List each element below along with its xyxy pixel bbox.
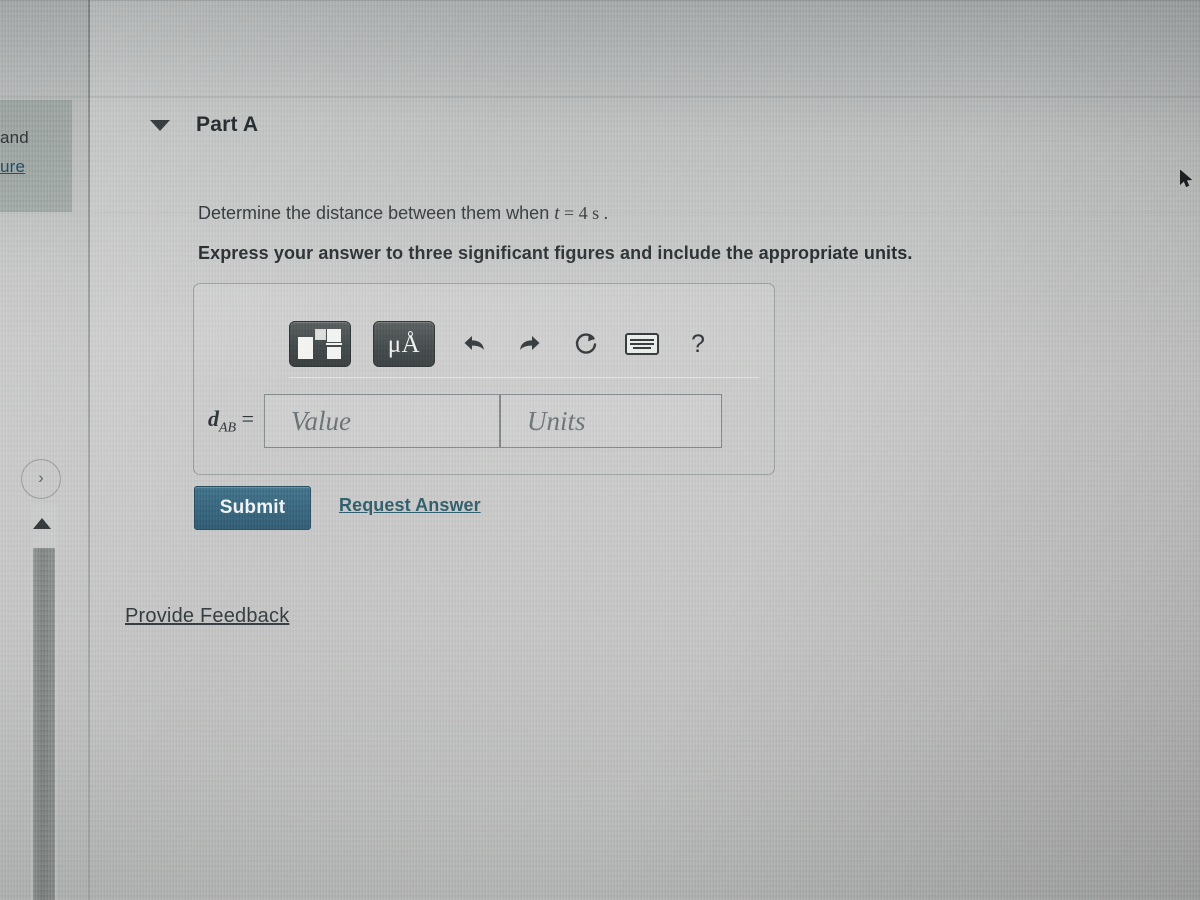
units-input[interactable]: Units (500, 394, 723, 448)
clipped-sidebar-link[interactable]: ure (0, 157, 25, 177)
page-title: Part A (196, 113, 259, 136)
provide-feedback-link[interactable]: Provide Feedback (125, 605, 289, 628)
answer-equals-sign: = (236, 405, 255, 431)
units-button[interactable]: μÅ (373, 321, 435, 367)
math-template-icon (298, 329, 342, 359)
keyboard-icon (625, 333, 659, 355)
caret-down-icon[interactable] (150, 119, 170, 131)
answer-variable-label: dAB = (208, 406, 264, 436)
submit-button[interactable]: Submit (194, 486, 311, 530)
question-text-main: Determine the distance between them when (198, 203, 555, 223)
part-header[interactable]: Part A (150, 113, 258, 137)
scroll-up-arrow-icon[interactable] (33, 518, 51, 529)
clipped-sidebar-text: and (0, 128, 29, 147)
undo-arrow-icon (464, 336, 484, 350)
answer-toolbar: μÅ ? (289, 311, 759, 378)
value-input[interactable]: Value (264, 394, 501, 448)
keyboard-button[interactable] (625, 327, 659, 361)
answer-input-row: dAB = Value Units (208, 394, 723, 448)
question-equation: = 4 s . (559, 203, 609, 223)
undo-button[interactable] (457, 327, 491, 361)
micro-angstrom-icon: μÅ (387, 330, 421, 358)
request-answer-link[interactable]: Request Answer (339, 495, 481, 516)
mouse-cursor (1180, 170, 1192, 188)
scrollbar-thumb[interactable] (33, 548, 55, 900)
screen-photo: and ure › Part A Determine the distance … (0, 0, 1200, 900)
clipped-side-panel (0, 100, 72, 212)
help-button[interactable]: ? (681, 327, 715, 361)
reset-circular-arrow-icon (575, 333, 597, 354)
content-column: Part A Determine the distance between th… (90, 0, 1200, 900)
answer-box: μÅ ? dAB = Value Units (193, 283, 775, 475)
instruction-text: Express your answer to three significant… (198, 243, 913, 263)
redo-arrow-icon (520, 336, 540, 350)
answer-variable-name: d (208, 405, 219, 431)
redo-button[interactable] (513, 327, 547, 361)
question-text: Determine the distance between them when… (198, 203, 608, 225)
reset-button[interactable] (569, 327, 603, 361)
answer-variable-subscript: AB (219, 420, 237, 436)
chevron-right-icon[interactable]: › (21, 459, 61, 499)
math-template-button[interactable] (289, 321, 351, 367)
